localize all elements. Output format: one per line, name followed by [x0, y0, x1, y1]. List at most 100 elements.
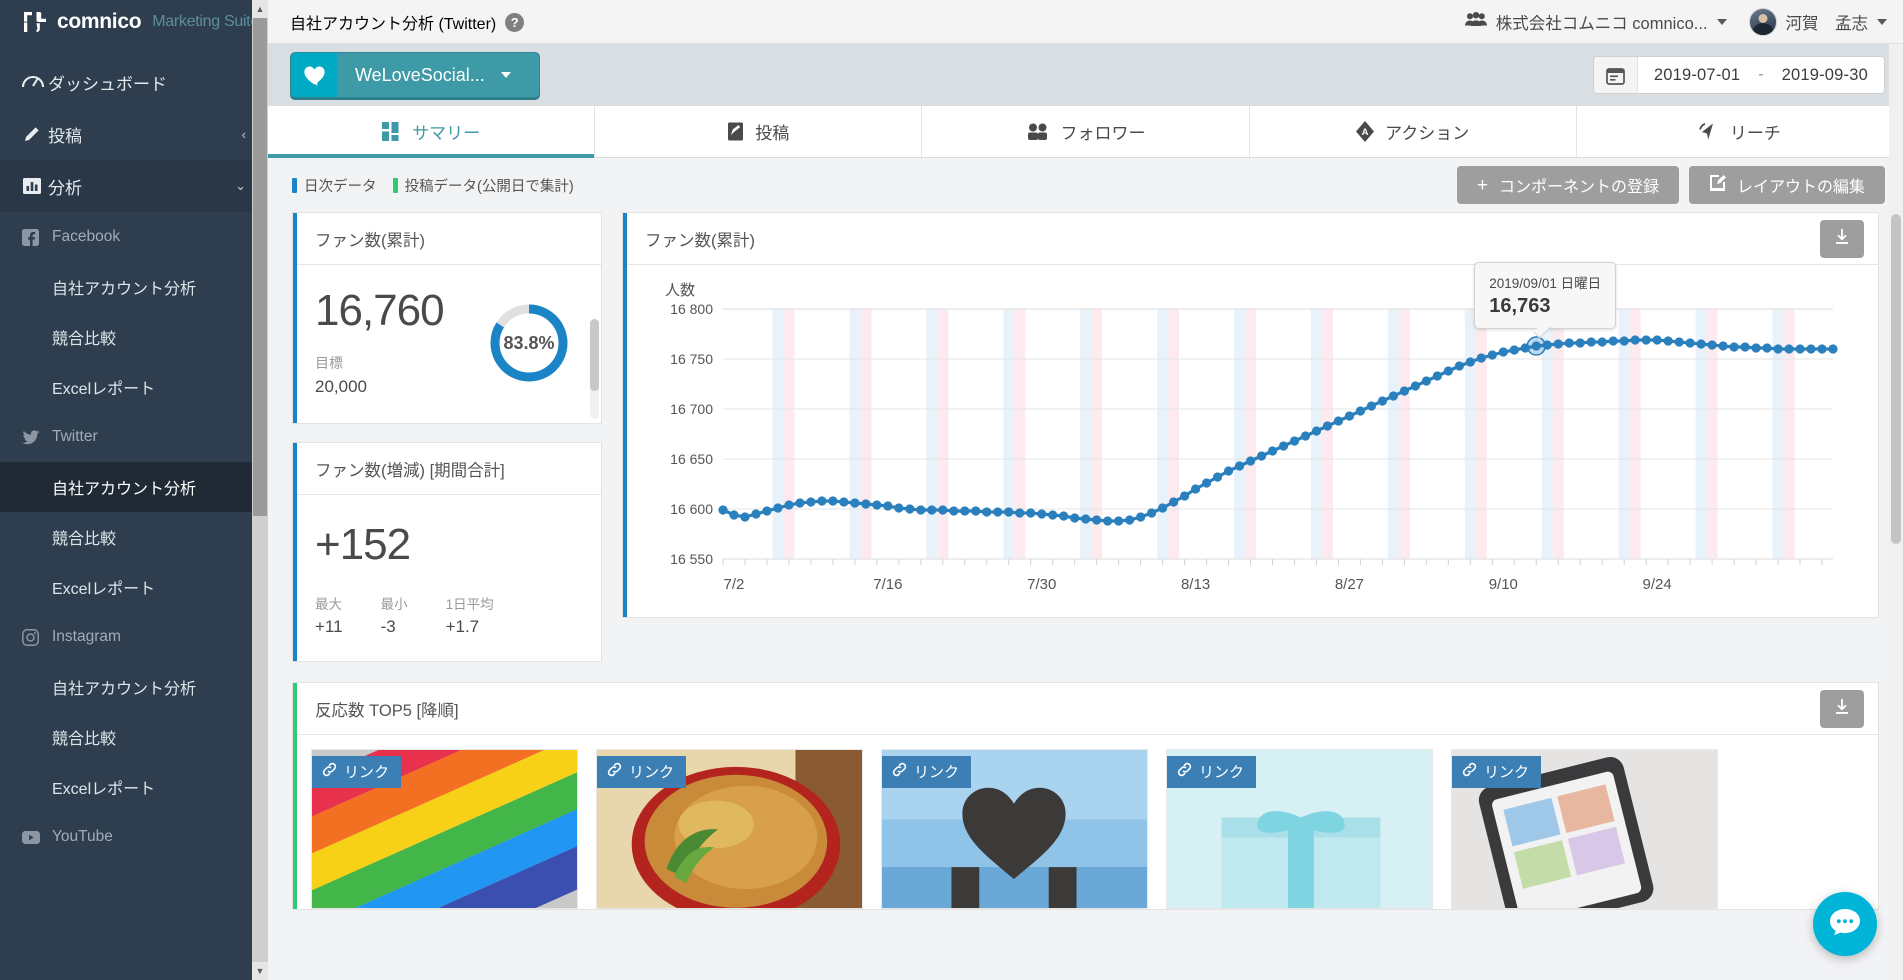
stat-label: 最小: [380, 597, 408, 612]
line-chart[interactable]: 16 800 16 750 16 700 16 650 16 600 16 550 7/2 7…: [637, 275, 1847, 605]
sidebar-item-analysis[interactable]: 分析 ⌄: [0, 160, 268, 212]
card-scrollbar[interactable]: [590, 319, 599, 419]
user-menu[interactable]: 河賀 孟志: [1748, 7, 1887, 36]
right-column: ファン数(累計) 人数 16 800 16 750 16 700 16 650 16 6…: [622, 212, 1879, 618]
sidebar-item-fb-own-account[interactable]: 自社アカウント分析: [0, 262, 268, 312]
chat-support-button[interactable]: [1813, 892, 1877, 956]
followers-icon: [1026, 123, 1050, 140]
topbar: 自社アカウント分析 (Twitter)? 株式会社コムニコ comnico...…: [268, 0, 1903, 44]
app-root: comnico Marketing Suite ダッシュボード 投稿 ‹ 分析 …: [0, 0, 1903, 980]
list-item[interactable]: リンク: [596, 749, 863, 909]
sidebar-sub-label: Excelレポート: [52, 381, 156, 398]
tab-label: アクション: [1385, 124, 1470, 143]
question-mark-icon[interactable]: ?: [505, 12, 525, 32]
date-to[interactable]: 2019-09-30: [1766, 66, 1884, 85]
svg-text:16 700: 16 700: [670, 401, 713, 417]
sidebar-sub-label: 自社アカウント分析: [52, 681, 197, 698]
left-column: ファン数(累計) 16,760 目標 20,000 83.8% ファン数(増減)…: [292, 212, 602, 662]
sidebar-group-twitter[interactable]: Twitter: [0, 412, 268, 462]
download-button[interactable]: [1820, 219, 1864, 258]
list-item[interactable]: リンク: [881, 749, 1148, 909]
add-component-button[interactable]: + コンポーネントの登録: [1456, 166, 1679, 204]
svg-text:8/13: 8/13: [1181, 576, 1210, 593]
speedometer-icon: [22, 73, 48, 91]
sidebar-item-tw-own-account[interactable]: 自社アカウント分析: [0, 462, 268, 512]
fan-chart-area: 人数 16 800 16 750 16 700 16 650 16 600 16 550 7…: [623, 262, 1878, 617]
chart-tooltip: 2019/09/01 日曜日 16,763: [1474, 262, 1617, 339]
sidebar-item-fb-competitor[interactable]: 競合比較: [0, 312, 268, 362]
sidebar-group-instagram[interactable]: Instagram: [0, 612, 268, 662]
list-item[interactable]: リンク: [1451, 749, 1718, 909]
legend-item-post: 投稿データ(公開日で集計): [392, 175, 574, 196]
brand-name: comnico: [57, 10, 142, 33]
list-item[interactable]: リンク: [311, 749, 578, 909]
sidebar-item-ig-competitor[interactable]: 競合比較: [0, 712, 268, 762]
account-selector[interactable]: WeLoveSocial...: [290, 52, 540, 98]
tab-label: 投稿: [755, 124, 790, 143]
link-icon: [1177, 762, 1192, 781]
fan-delta-stats: 最大 +11 最小 -3 1日平均 +1.7: [315, 593, 579, 637]
fan-delta-body: +152 最大 +11 最小 -3 1日平均 +1.7: [293, 495, 601, 661]
svg-text:16 750: 16 750: [670, 351, 713, 367]
chevron-left-icon: ‹: [241, 126, 246, 142]
tab-action[interactable]: A アクション: [1250, 106, 1577, 157]
users-group-icon: [1464, 11, 1487, 32]
tab-post[interactable]: 投稿: [595, 106, 923, 157]
svg-text:7/2: 7/2: [724, 576, 745, 593]
sidebar-scrollbar[interactable]: ▲ ▼: [252, 0, 268, 980]
sidebar-nav: ダッシュボード 投稿 ‹ 分析 ⌄ Facebook 自社アカウント分析 競合比…: [0, 56, 268, 862]
sidebar-group-youtube[interactable]: YouTube: [0, 812, 268, 862]
sidebar-sub-label: 自社アカウント分析: [52, 481, 197, 498]
scroll-down-icon[interactable]: ▼: [252, 962, 268, 980]
edit-layout-button[interactable]: レイアウトの編集: [1688, 166, 1885, 204]
progress-percent: 83.8%: [503, 332, 555, 353]
svg-text:9/10: 9/10: [1489, 576, 1518, 593]
date-range-picker[interactable]: 2019-07-01 - 2019-09-30: [1592, 56, 1885, 94]
sidebar-sub-label: 競合比較: [52, 531, 117, 548]
brand[interactable]: comnico Marketing Suite: [0, 0, 268, 44]
tooltip-value: 16,763: [1489, 295, 1551, 317]
calendar-icon: [1593, 57, 1638, 93]
main-scrollbar[interactable]: [1889, 44, 1903, 980]
sidebar-item-label: 分析: [48, 178, 82, 198]
sidebar-item-tw-excel-report[interactable]: Excelレポート: [0, 562, 268, 612]
legend-item-daily: 日次データ: [292, 175, 377, 196]
sidebar-item-fb-excel-report[interactable]: Excelレポート: [0, 362, 268, 412]
row-bottom: 反応数 TOP5 [降順] リンク リンク リンク リンク リンク: [292, 682, 1879, 910]
chevron-down-icon: [1877, 18, 1887, 25]
card-title: 反応数 TOP5 [降順]: [293, 683, 1878, 735]
sidebar-item-ig-own-account[interactable]: 自社アカウント分析: [0, 662, 268, 712]
post-type-label: リンク: [1484, 764, 1530, 781]
avatar: [1748, 7, 1777, 36]
sidebar-item-dashboard[interactable]: ダッシュボード: [0, 56, 268, 108]
tab-reach[interactable]: リーチ: [1577, 106, 1903, 157]
sidebar-item-label: ダッシュボード: [48, 74, 167, 94]
tab-followers[interactable]: フォロワー: [922, 106, 1250, 157]
date-from[interactable]: 2019-07-01: [1638, 66, 1756, 85]
org-selector[interactable]: 株式会社コムニコ comnico...: [1464, 10, 1727, 34]
legend-swatch: [292, 177, 297, 193]
tab-summary[interactable]: サマリー: [268, 106, 596, 158]
post-type-tag: リンク: [312, 756, 402, 788]
sidebar-item-post[interactable]: 投稿 ‹: [0, 108, 268, 160]
sidebar-scroll-thumb[interactable]: [253, 18, 267, 516]
sidebar-sub-label: Excelレポート: [52, 781, 156, 798]
topbar-right: 株式会社コムニコ comnico... 河賀 孟志: [1464, 7, 1887, 36]
sidebar-item-ig-excel-report[interactable]: Excelレポート: [0, 762, 268, 812]
legend-swatch: [392, 177, 398, 193]
stat-value: -3: [380, 617, 396, 636]
top5-list: リンク リンク リンク リンク リンク: [293, 735, 1878, 909]
org-label: 株式会社コムニコ comnico...: [1495, 14, 1708, 33]
svg-text:7/30: 7/30: [1027, 576, 1056, 593]
sidebar-group-facebook[interactable]: Facebook: [0, 212, 268, 262]
sidebar-item-tw-competitor[interactable]: 競合比較: [0, 512, 268, 562]
list-item[interactable]: リンク: [1166, 749, 1433, 909]
sidebar-group-label: YouTube: [52, 828, 113, 845]
scroll-up-icon[interactable]: ▲: [252, 0, 268, 18]
fan-total-value: 16,760: [315, 286, 445, 335]
edit-layout-label: レイアウトの編集: [1736, 179, 1865, 196]
sidebar-group-label: Twitter: [52, 428, 98, 445]
sidebar-group-label: Instagram: [52, 628, 121, 645]
download-button[interactable]: [1820, 689, 1864, 728]
date-separator: -: [1758, 66, 1764, 83]
